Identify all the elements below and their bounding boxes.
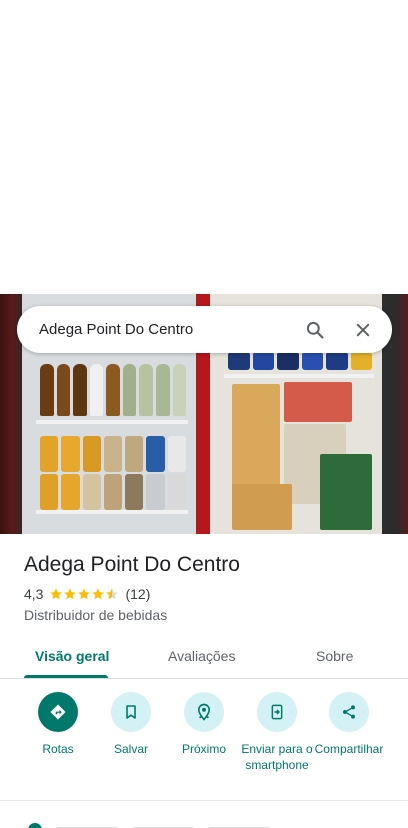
bookmark-icon — [111, 692, 151, 732]
save-label: Salvar — [113, 742, 148, 756]
save-button[interactable]: Salvar — [91, 692, 171, 757]
location-icon — [28, 823, 42, 828]
place-title: Adega Point Do Centro — [24, 553, 240, 576]
next-section-peek — [0, 815, 408, 828]
send-to-phone-button[interactable]: Enviar para o smartphone — [237, 692, 317, 773]
directions-button[interactable]: Rotas — [18, 692, 98, 757]
share-icon — [329, 692, 369, 732]
review-count[interactable]: (12) — [125, 586, 150, 602]
star-icon — [64, 588, 77, 600]
search-bar[interactable]: Adega Point Do Centro — [17, 306, 392, 353]
search-input[interactable]: Adega Point Do Centro — [39, 321, 302, 338]
nearby-label: Próximo — [181, 742, 226, 756]
rating-row[interactable]: 4,3 (12) — [24, 586, 150, 602]
section-divider — [0, 800, 408, 801]
tab-about[interactable]: Sobre — [316, 648, 353, 664]
place-category: Distribuidor de bebidas — [24, 607, 168, 623]
directions-icon — [38, 692, 78, 732]
send-to-phone-icon — [257, 692, 297, 732]
nearby-button[interactable]: Próximo — [164, 692, 244, 757]
send-to-phone-label: Enviar para o smartphone — [241, 742, 313, 772]
star-icon — [78, 588, 91, 600]
star-icon — [50, 588, 63, 600]
half-star-icon — [106, 588, 119, 600]
tab-overview[interactable]: Visão geral — [35, 648, 109, 664]
directions-label: Rotas — [42, 742, 74, 756]
tab-reviews[interactable]: Avaliações — [168, 648, 235, 664]
star-rating — [49, 587, 119, 601]
close-icon[interactable] — [350, 317, 376, 343]
tab-bar: Visão geral Avaliações Sobre — [0, 640, 408, 679]
search-icon[interactable] — [302, 317, 328, 343]
active-tab-indicator — [24, 675, 108, 678]
share-button[interactable]: Compartilhar — [309, 692, 389, 757]
nearby-icon — [184, 692, 224, 732]
rating-value: 4,3 — [24, 586, 44, 602]
star-icon — [92, 588, 105, 600]
share-label: Compartilhar — [314, 742, 384, 756]
